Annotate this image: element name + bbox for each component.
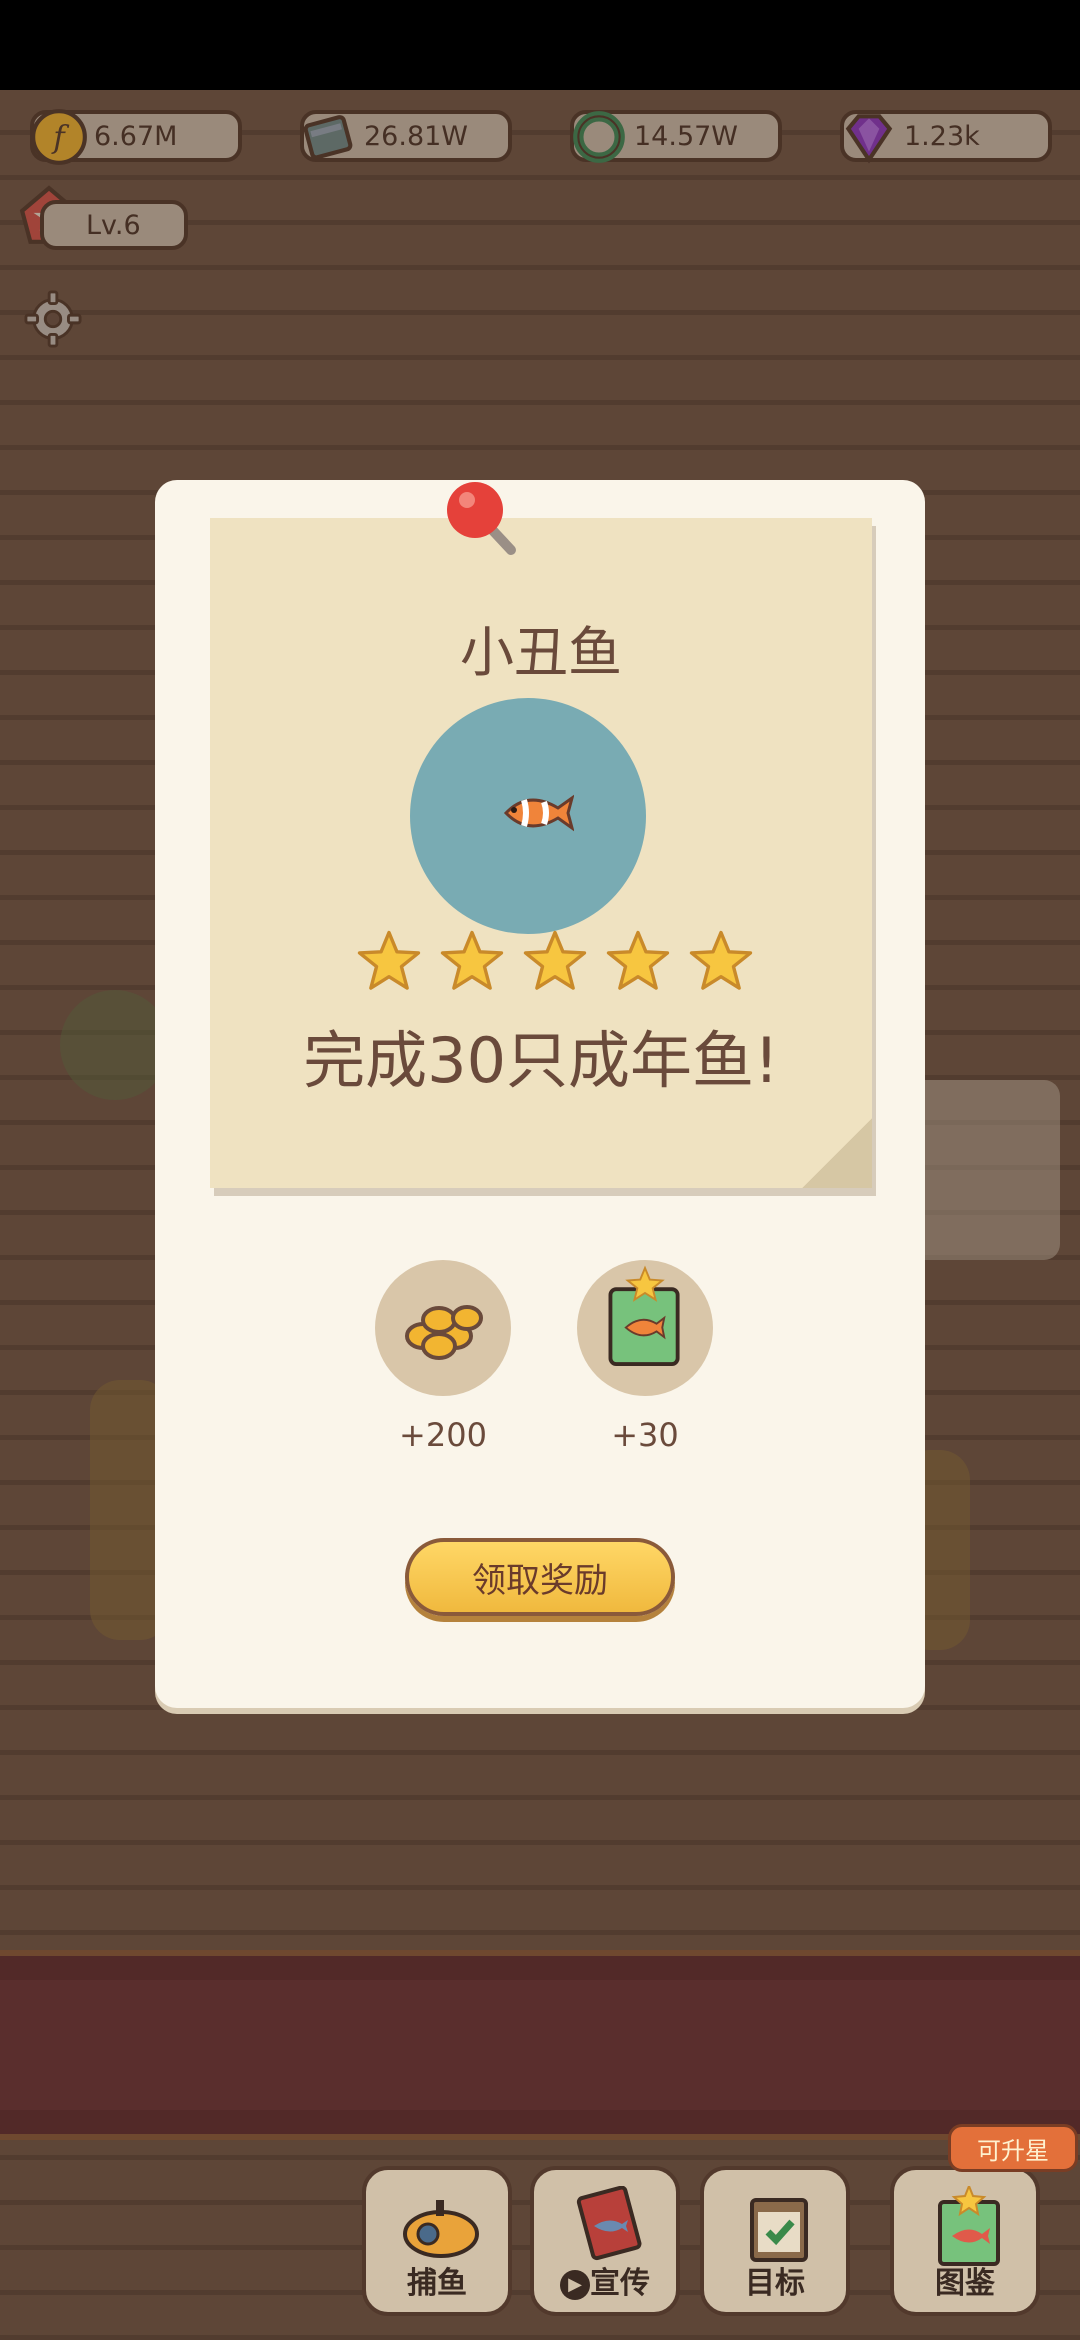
- nav-catch-fish[interactable]: 捕鱼: [362, 2166, 512, 2316]
- fish-portrait: [410, 698, 646, 934]
- checklist-icon: [750, 2198, 808, 2262]
- task-text: 完成30只成年鱼!: [303, 1024, 779, 1097]
- submarine-icon: [403, 2200, 479, 2258]
- reward-fish-book-value: +30: [611, 1416, 679, 1454]
- nav-promote[interactable]: ▶ 宣传: [530, 2166, 680, 2316]
- fish-book-icon: [938, 2186, 1000, 2266]
- nav-collection-label: 图鉴: [935, 2266, 995, 2301]
- star-icon: [440, 930, 504, 990]
- pushpin-icon: [447, 482, 516, 555]
- upgrade-star-badge: 可升星: [948, 2124, 1078, 2172]
- star-icon: [357, 930, 421, 990]
- clownfish-icon: [503, 794, 574, 832]
- star-rating: [355, 928, 755, 1004]
- nav-catch-label: 捕鱼: [407, 2266, 467, 2301]
- star-icon: [606, 930, 670, 990]
- coins-icon: [405, 1305, 483, 1360]
- reward-coins: +200: [373, 1260, 513, 1454]
- reward-fish-book: +30: [575, 1260, 715, 1454]
- note-paper: 小丑鱼 完成30只成年鱼!: [210, 518, 872, 1188]
- fish-name: 小丑鱼: [460, 621, 622, 684]
- note-fold: [802, 1118, 872, 1188]
- fish-book-icon: [608, 1265, 680, 1366]
- nav-goals-label: 目标: [745, 2266, 805, 2301]
- reward-fish-book-circle: [577, 1260, 713, 1396]
- fish-card-icon: [576, 2186, 642, 2261]
- reward-coins-value: +200: [399, 1416, 487, 1454]
- star-icon: [689, 930, 753, 990]
- status-bar: [0, 0, 1080, 90]
- claim-reward-button[interactable]: 领取奖励: [405, 1538, 675, 1616]
- play-icon: ▶: [560, 2269, 590, 2300]
- reward-coins-circle: [375, 1260, 511, 1396]
- nav-goals[interactable]: 目标: [700, 2166, 850, 2316]
- fish-goal-dialog: 小丑鱼 完成30只成年鱼! +200 +30 领取奖励: [155, 480, 925, 1708]
- nav-collection[interactable]: 图鉴: [890, 2166, 1040, 2316]
- nav-promote-label: ▶ 宣传: [534, 2258, 676, 2302]
- star-icon: [523, 930, 587, 990]
